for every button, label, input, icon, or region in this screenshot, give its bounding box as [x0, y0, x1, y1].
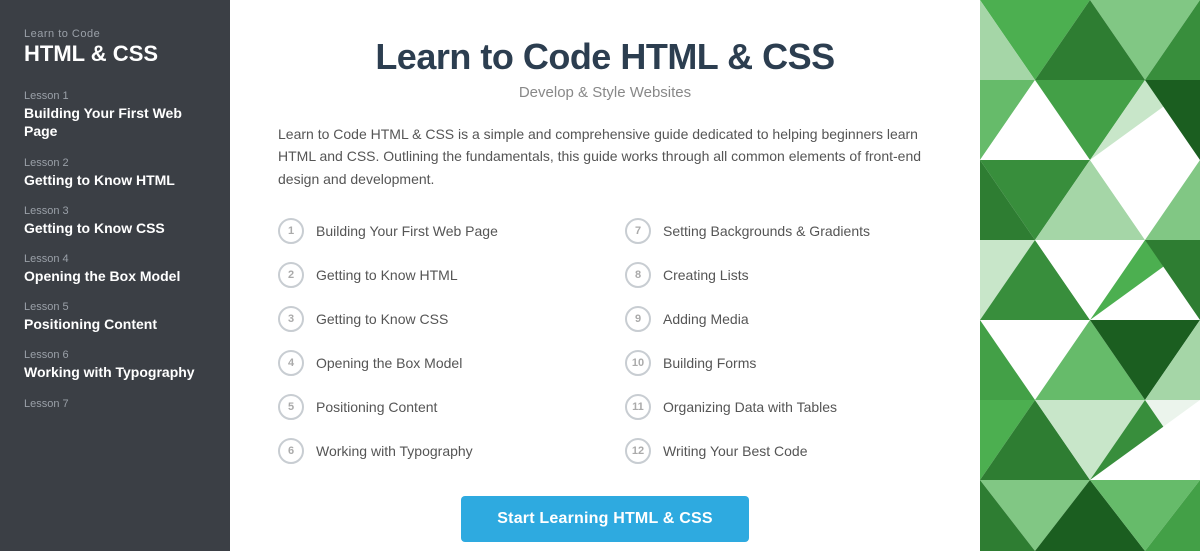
- sidebar-brand: Learn to Code HTML & CSS: [24, 28, 206, 66]
- lesson-title-8: Creating Lists: [663, 267, 749, 283]
- lesson-badge-12: 12: [625, 438, 651, 464]
- lesson-title-3: Getting to Know CSS: [316, 311, 448, 327]
- sidebar-brand-label: Learn to Code: [24, 28, 206, 40]
- lesson-title-1: Building Your First Web Page: [316, 223, 498, 239]
- lesson-item-4[interactable]: 4 Opening the Box Model: [278, 346, 585, 380]
- lesson-badge-7: 7: [625, 218, 651, 244]
- lesson-item-6[interactable]: 6 Working with Typography: [278, 434, 585, 468]
- lesson-title-6: Working with Typography: [316, 443, 473, 459]
- lesson-title-11: Organizing Data with Tables: [663, 399, 837, 415]
- page-description: Learn to Code HTML & CSS is a simple and…: [278, 123, 932, 190]
- sidebar-lesson-5[interactable]: Lesson 5 Positioning Content: [24, 301, 206, 333]
- lesson-title-9: Adding Media: [663, 311, 749, 327]
- cta-section: Start Learning HTML & CSS: [278, 496, 932, 542]
- sidebar-lesson-title-6: Working with Typography: [24, 363, 206, 381]
- lesson-title-5: Positioning Content: [316, 399, 437, 415]
- lesson-badge-3: 3: [278, 306, 304, 332]
- sidebar-lesson-number-1: Lesson 1: [24, 90, 206, 102]
- decorative-panel: [980, 0, 1200, 551]
- lesson-item-10[interactable]: 10 Building Forms: [625, 346, 932, 380]
- lesson-item-7[interactable]: 7 Setting Backgrounds & Gradients: [625, 214, 932, 248]
- lesson-badge-10: 10: [625, 350, 651, 376]
- sidebar-lesson-1[interactable]: Lesson 1 Building Your First Web Page: [24, 90, 206, 140]
- main-content: Learn to Code HTML & CSS Develop & Style…: [230, 0, 980, 551]
- lesson-badge-4: 4: [278, 350, 304, 376]
- lesson-title-12: Writing Your Best Code: [663, 443, 808, 459]
- sidebar-lesson-4[interactable]: Lesson 4 Opening the Box Model: [24, 253, 206, 285]
- lesson-badge-5: 5: [278, 394, 304, 420]
- lesson-title-4: Opening the Box Model: [316, 355, 462, 371]
- sidebar-lesson-number-5: Lesson 5: [24, 301, 206, 313]
- page-subtitle: Develop & Style Websites: [278, 84, 932, 101]
- sidebar: Learn to Code HTML & CSS Lesson 1 Buildi…: [0, 0, 230, 551]
- lesson-title-7: Setting Backgrounds & Gradients: [663, 223, 870, 239]
- sidebar-lesson-number-4: Lesson 4: [24, 253, 206, 265]
- lesson-item-11[interactable]: 11 Organizing Data with Tables: [625, 390, 932, 424]
- lesson-item-8[interactable]: 8 Creating Lists: [625, 258, 932, 292]
- lesson-badge-9: 9: [625, 306, 651, 332]
- lesson-item-1[interactable]: 1 Building Your First Web Page: [278, 214, 585, 248]
- lesson-badge-8: 8: [625, 262, 651, 288]
- lesson-title-10: Building Forms: [663, 355, 756, 371]
- sidebar-lesson-6[interactable]: Lesson 6 Working with Typography: [24, 349, 206, 381]
- sidebar-lesson-title-5: Positioning Content: [24, 315, 206, 333]
- sidebar-brand-title: HTML & CSS: [24, 42, 206, 66]
- page-title: Learn to Code HTML & CSS: [278, 36, 932, 78]
- sidebar-lesson-number-7: Lesson 7: [24, 398, 206, 410]
- lesson-badge-6: 6: [278, 438, 304, 464]
- lesson-badge-2: 2: [278, 262, 304, 288]
- sidebar-lesson-number-3: Lesson 3: [24, 205, 206, 217]
- sidebar-lesson-number-2: Lesson 2: [24, 157, 206, 169]
- lesson-item-5[interactable]: 5 Positioning Content: [278, 390, 585, 424]
- sidebar-lesson-number-6: Lesson 6: [24, 349, 206, 361]
- sidebar-lesson-title-4: Opening the Box Model: [24, 267, 206, 285]
- lesson-badge-11: 11: [625, 394, 651, 420]
- sidebar-lesson-2[interactable]: Lesson 2 Getting to Know HTML: [24, 157, 206, 189]
- sidebar-lesson-7[interactable]: Lesson 7: [24, 398, 206, 410]
- lesson-item-12[interactable]: 12 Writing Your Best Code: [625, 434, 932, 468]
- lesson-item-3[interactable]: 3 Getting to Know CSS: [278, 302, 585, 336]
- sidebar-lesson-title-2: Getting to Know HTML: [24, 171, 206, 189]
- sidebar-lesson-3[interactable]: Lesson 3 Getting to Know CSS: [24, 205, 206, 237]
- sidebar-lesson-title-3: Getting to Know CSS: [24, 219, 206, 237]
- lesson-item-9[interactable]: 9 Adding Media: [625, 302, 932, 336]
- lesson-title-2: Getting to Know HTML: [316, 267, 458, 283]
- start-learning-button[interactable]: Start Learning HTML & CSS: [461, 496, 748, 542]
- lesson-badge-1: 1: [278, 218, 304, 244]
- sidebar-lessons-list: Lesson 1 Building Your First Web Page Le…: [24, 90, 206, 409]
- sidebar-lesson-title-1: Building Your First Web Page: [24, 104, 206, 140]
- lesson-item-2[interactable]: 2 Getting to Know HTML: [278, 258, 585, 292]
- lessons-grid: 1 Building Your First Web Page 7 Setting…: [278, 214, 932, 468]
